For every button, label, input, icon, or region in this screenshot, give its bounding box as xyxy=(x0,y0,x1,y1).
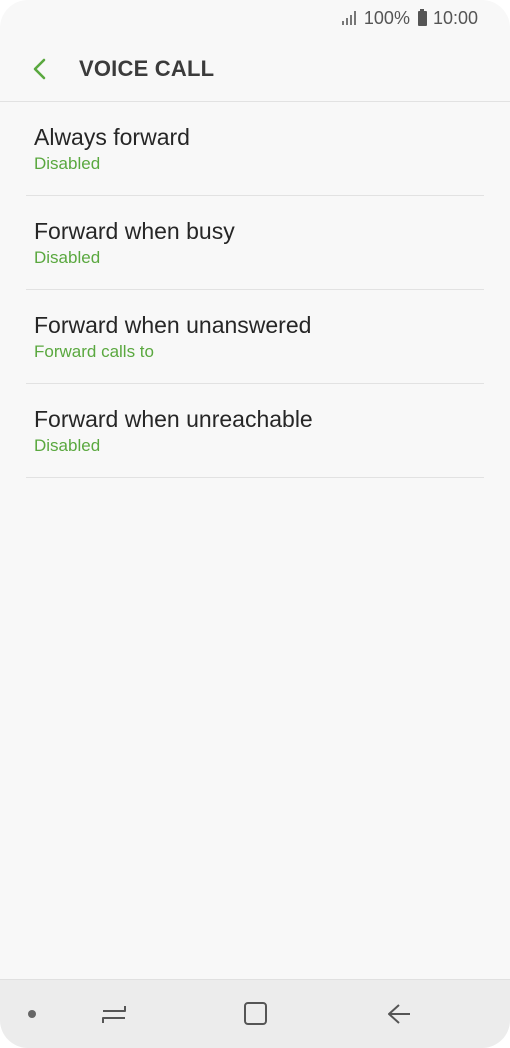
status-bar: 100% 10:00 xyxy=(0,0,510,36)
item-title: Forward when unanswered xyxy=(34,312,312,338)
item-title: Forward when unreachable xyxy=(34,406,313,432)
list-item-always-forward[interactable]: Always forward Disabled xyxy=(26,102,484,196)
home-icon xyxy=(244,1002,267,1025)
recent-apps-icon xyxy=(102,1006,126,1023)
settings-list: Always forward Disabled Forward when bus… xyxy=(26,102,484,478)
page-title: VOICE CALL xyxy=(79,55,215,81)
item-subtitle: Disabled xyxy=(34,154,101,173)
item-subtitle: Disabled xyxy=(34,436,101,455)
home-button[interactable] xyxy=(238,998,274,1030)
phone-screen: 100% 10:00 VOICE CALL Always forward Dis… xyxy=(0,0,510,1048)
back-button[interactable] xyxy=(20,49,60,89)
item-title: Always forward xyxy=(34,124,190,150)
clock: 10:00 xyxy=(432,7,478,28)
signal-icon xyxy=(341,11,356,25)
battery-percent: 100% xyxy=(363,7,410,28)
battery-icon xyxy=(417,8,427,26)
back-nav-button[interactable] xyxy=(381,998,417,1030)
chevron-left-icon xyxy=(33,58,46,79)
back-arrow-icon xyxy=(388,1004,410,1024)
app-bar: VOICE CALL xyxy=(0,36,510,102)
navigation-bar xyxy=(0,979,510,1048)
item-subtitle: Forward calls to xyxy=(34,342,154,361)
list-item-forward-when-busy[interactable]: Forward when busy Disabled xyxy=(26,196,484,290)
item-title: Forward when busy xyxy=(34,218,235,244)
item-subtitle: Disabled xyxy=(34,248,101,267)
list-item-forward-when-unanswered[interactable]: Forward when unanswered Forward calls to xyxy=(26,290,484,384)
recent-apps-button[interactable] xyxy=(96,998,132,1030)
list-item-forward-when-unreachable[interactable]: Forward when unreachable Disabled xyxy=(26,384,484,478)
nav-dot-icon xyxy=(28,1010,36,1018)
